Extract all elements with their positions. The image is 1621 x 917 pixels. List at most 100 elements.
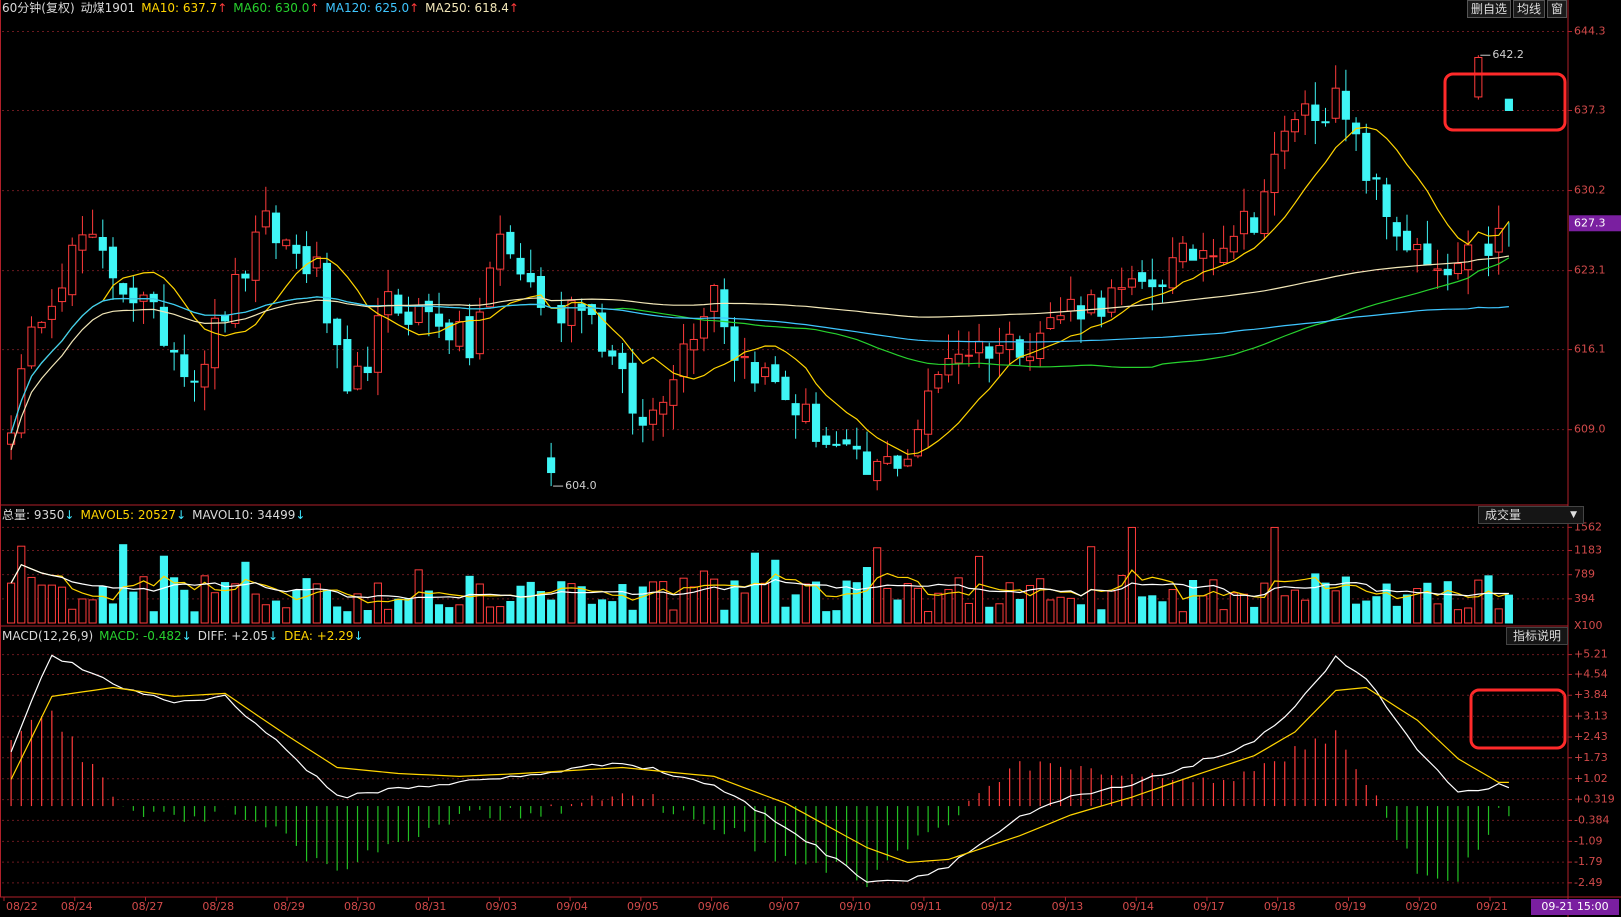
candle-body	[1056, 315, 1065, 321]
candle-body	[689, 338, 698, 351]
volume-bar	[822, 611, 831, 624]
volume-bar	[883, 587, 892, 624]
volume-bar	[434, 604, 444, 624]
x-axis-label: 08/29	[273, 900, 305, 913]
volume-bar	[1301, 599, 1310, 624]
volume-bar	[190, 611, 199, 624]
volume-bar	[241, 561, 250, 624]
candle-body	[353, 365, 362, 390]
candle-body	[1290, 119, 1299, 133]
remove-favorite-button[interactable]: 删自选	[1466, 0, 1511, 18]
price-tick-label: 644.3	[1574, 25, 1606, 38]
candle-body	[282, 239, 291, 247]
macd-tick-label: +4.54	[1574, 667, 1608, 680]
chart-canvas: 644.3 637.3 630.2 623.1 616.1 609.0 642.2 604.0…	[0, 0, 1621, 917]
candle-body	[1239, 210, 1249, 235]
candle-body	[1097, 297, 1106, 317]
candle-body	[964, 354, 973, 357]
candle-body	[302, 246, 311, 275]
macd-tick-label: -1.09	[1574, 834, 1602, 847]
x-axis-label: 09/03	[485, 900, 517, 913]
volume-bar	[587, 603, 596, 624]
candle-body	[465, 316, 474, 359]
volume-bar	[384, 608, 393, 624]
macd-tick-label: +0.319	[1574, 793, 1615, 806]
ma-lines-button[interactable]: 均线	[1512, 0, 1545, 18]
volume-bar	[1331, 590, 1340, 624]
volume-bars-group	[7, 526, 1513, 624]
x-axis-label: 08/27	[132, 900, 164, 913]
volume-bar	[516, 585, 525, 624]
volume-bar	[1127, 526, 1136, 624]
candle-body	[781, 376, 790, 401]
low-price-label: 604.0	[565, 479, 597, 492]
volume-bar	[414, 569, 423, 624]
mavol5-label: MAVOL5: 20527↓	[80, 508, 187, 522]
price-header: 60分钟(复权) 动煤1901 MA10: 637.7↑ MA60: 630.0↑ MA…	[2, 0, 525, 16]
volume-bar	[129, 591, 138, 624]
x-axis-label: 08/30	[344, 900, 376, 913]
volume-bar	[343, 611, 352, 624]
candle-body	[333, 318, 342, 346]
volume-bar	[903, 583, 912, 624]
candle-body	[730, 326, 739, 361]
candle-body	[1402, 230, 1412, 251]
volume-bar	[292, 590, 301, 624]
volume-indicator-select[interactable]: 成交量 ▼	[1478, 506, 1584, 524]
candle-body	[1148, 279, 1157, 288]
candle-body	[1392, 222, 1401, 237]
volume-bar	[761, 582, 770, 624]
volume-bar	[1138, 596, 1147, 624]
candle-body	[924, 390, 933, 435]
volume-bar	[893, 599, 902, 624]
volume-bar	[1005, 582, 1014, 624]
candle-body	[638, 416, 647, 426]
x-axis-label: 09/19	[1335, 900, 1367, 913]
volume-bar	[302, 578, 311, 624]
candle-body	[149, 293, 158, 303]
candle-body	[1382, 184, 1391, 217]
candle-body	[200, 363, 209, 388]
volume-bar	[699, 570, 709, 624]
candle-body	[873, 460, 882, 482]
mavol10-label: MAVOL10: 34499↓	[192, 508, 306, 522]
candle-body	[241, 273, 250, 279]
candle-body	[455, 321, 464, 347]
volume-bar	[679, 577, 688, 624]
volume-bar	[536, 591, 545, 624]
volume-bar	[1474, 579, 1483, 624]
volume-unit-label: X100	[1574, 619, 1603, 632]
candle-body	[811, 403, 821, 442]
candle-body	[903, 458, 912, 467]
volume-bar	[934, 592, 943, 624]
candle-body	[516, 257, 525, 275]
volume-bar	[1250, 606, 1259, 624]
volume-bar	[618, 584, 627, 624]
volume-bar	[1066, 597, 1075, 624]
volume-bar	[37, 584, 46, 624]
candle-body	[404, 311, 413, 325]
indicator-help-button[interactable]: 指标说明	[1506, 627, 1569, 645]
volume-bar	[781, 606, 790, 624]
volume-bar	[608, 601, 617, 624]
candle-body	[190, 380, 199, 383]
candle-body	[801, 403, 810, 423]
candle-body	[434, 313, 444, 327]
volume-bar	[924, 611, 933, 624]
window-button[interactable]: 窗	[1546, 0, 1567, 18]
volume-bar	[1362, 600, 1371, 624]
candle-body	[618, 352, 627, 370]
chevron-down-icon: ▼	[1570, 510, 1577, 520]
macd-value-label: MACD: -0.482↓	[99, 629, 192, 643]
volume-bar	[1280, 595, 1289, 624]
candle-body	[1423, 243, 1432, 266]
volume-bar	[139, 576, 148, 624]
candle-body	[108, 246, 118, 279]
volume-tick-label: 1183	[1574, 544, 1602, 557]
x-axis-label: 09/05	[627, 900, 659, 913]
macd-tick-label: +3.13	[1574, 709, 1608, 722]
price-tick-label: 637.3	[1574, 103, 1606, 116]
volume-bar	[1433, 603, 1442, 624]
volume-bar	[98, 586, 107, 624]
volume-bar	[659, 581, 668, 624]
